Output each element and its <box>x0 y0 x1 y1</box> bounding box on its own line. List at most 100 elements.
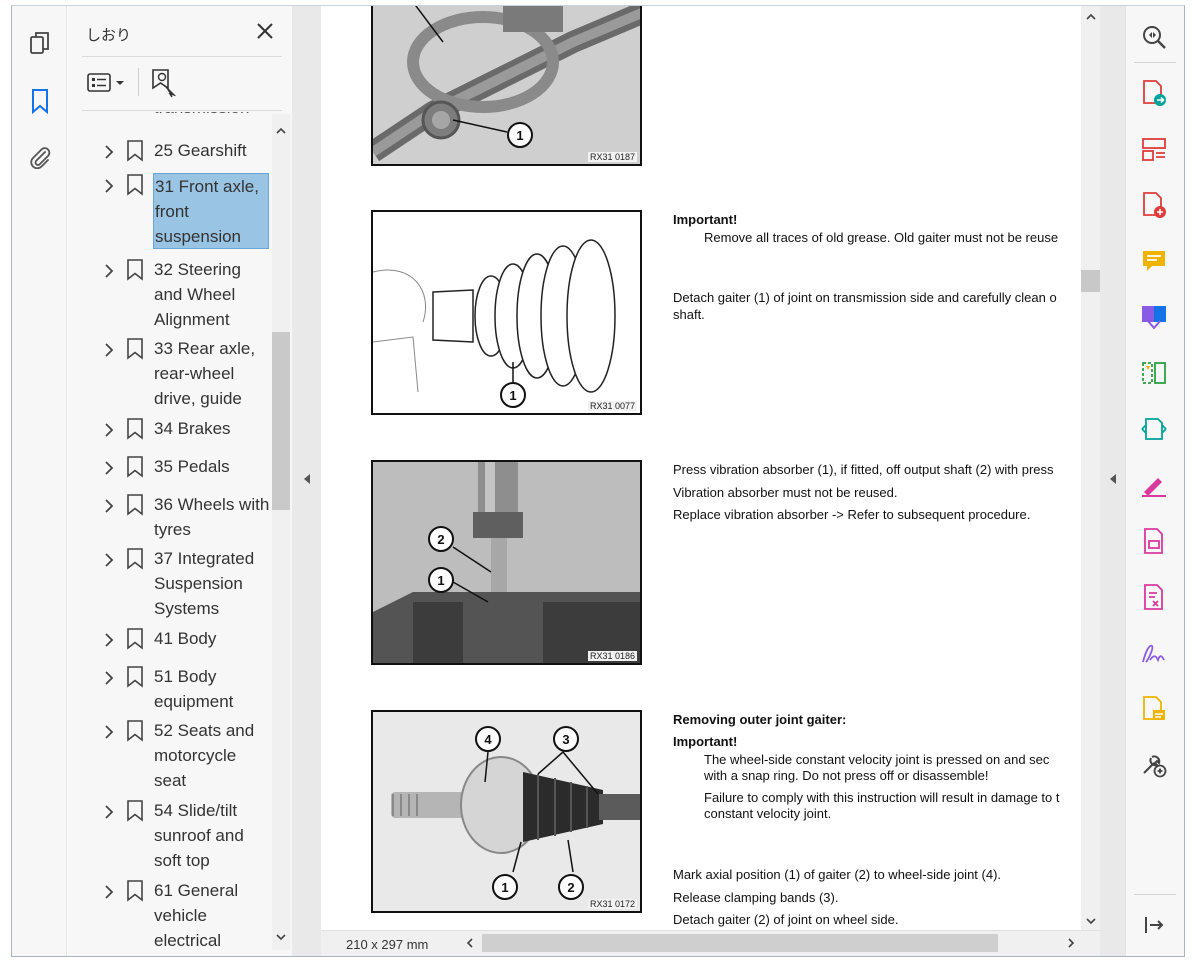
divider <box>82 56 282 57</box>
organize-pages-icon[interactable] <box>1139 134 1169 164</box>
chevron-right-icon[interactable] <box>102 670 116 686</box>
figure-code: RX31 0187 <box>587 152 637 162</box>
figure-code: RX31 0077 <box>587 401 637 411</box>
scroll-up-arrow-icon[interactable] <box>275 126 287 136</box>
instruction-text: Detach gaiter (1) of joint on transmissi… <box>673 290 1057 305</box>
outer-joint-illustration: 4 3 1 2 <box>373 712 640 911</box>
horizontal-scroll-thumb[interactable] <box>482 934 998 952</box>
chevron-right-icon[interactable] <box>102 552 116 568</box>
signature-icon[interactable] <box>1139 638 1169 668</box>
caret-left-icon[interactable] <box>302 473 312 485</box>
bookmark-label: 41 Body <box>154 629 217 648</box>
instruction-text: with a snap ring. Do not press off or di… <box>704 768 989 783</box>
chevron-right-icon[interactable] <box>102 144 116 160</box>
important-heading: Important! <box>673 734 738 749</box>
figure-code: RX31 0172 <box>587 899 637 909</box>
figure-code: RX31 0186 <box>587 651 637 661</box>
divider <box>1134 62 1176 63</box>
bookmark-label: 51 Body equipment <box>154 667 234 711</box>
instruction-text: shaft. <box>673 307 705 322</box>
chevron-right-icon[interactable] <box>102 884 116 900</box>
instruction-text: Failure to comply with this instruction … <box>704 790 1060 805</box>
bookmark-icon <box>127 140 143 162</box>
puller-illustration: 1 <box>373 6 640 164</box>
more-tools-icon[interactable] <box>1139 750 1169 780</box>
collapse-pane-icon[interactable] <box>1139 910 1169 940</box>
compress-icon[interactable] <box>1139 358 1169 388</box>
callout-1: 1 <box>501 880 508 895</box>
scroll-up-arrow-icon[interactable] <box>1085 12 1097 22</box>
redact-icon[interactable] <box>1139 582 1169 612</box>
combine-files-icon[interactable] <box>1139 302 1169 332</box>
bookmark-label: 32 Steering and Wheel Alignment <box>154 260 241 329</box>
bookmark-icon[interactable] <box>25 86 55 116</box>
create-pdf-icon[interactable] <box>1139 190 1169 220</box>
left-icon-rail <box>12 6 67 956</box>
instruction-text: Release clamping bands (3). <box>673 890 839 905</box>
section-heading: Removing outer joint gaiter: <box>673 712 847 727</box>
callout-1: 1 <box>516 128 523 143</box>
bookmark-icon <box>127 418 143 440</box>
chevron-right-icon[interactable] <box>102 724 116 740</box>
scroll-down-arrow-icon[interactable] <box>1085 916 1097 926</box>
bookmark-label: 34 Brakes <box>154 419 231 438</box>
bookmarks-panel: しおり transmission 25 Gearshift 31 Front a… <box>68 6 292 956</box>
instruction-text: Replace vibration absorber -> Refer to s… <box>673 507 1031 522</box>
close-icon[interactable] <box>254 20 276 42</box>
export-pdf-icon[interactable] <box>1139 78 1169 108</box>
bookmark-label: 33 Rear axle, rear-wheel drive, guide <box>154 339 256 408</box>
left-pane-collapse-handle[interactable] <box>292 6 321 956</box>
bookmark-icon <box>127 880 143 902</box>
press-illustration: 2 1 <box>373 462 640 663</box>
chevron-right-icon[interactable] <box>102 178 116 194</box>
list-item[interactable]: transmission <box>154 112 249 118</box>
bookmark-icon <box>127 494 143 516</box>
figure-puller: 1 RX31 0187 <box>371 6 642 166</box>
scroll-right-arrow-icon[interactable] <box>1066 937 1076 949</box>
instruction-text: Remove all traces of old grease. Old gai… <box>704 230 1059 245</box>
chevron-right-icon[interactable] <box>102 632 116 648</box>
edit-pdf-icon[interactable] <box>1139 694 1169 724</box>
instruction-text: Detach gaiter (2) of joint on wheel side… <box>673 912 899 927</box>
chevron-right-icon[interactable] <box>102 422 116 438</box>
fill-sign-icon[interactable] <box>1139 470 1169 500</box>
bookmark-icon <box>127 666 143 688</box>
instruction-text: The wheel-side constant velocity joint i… <box>704 752 1050 767</box>
right-tools-rail <box>1125 6 1184 956</box>
bookmark-label: 36 Wheels with tyres <box>154 495 270 539</box>
chevron-right-icon[interactable] <box>102 460 116 476</box>
zoom-icon[interactable] <box>1139 22 1169 52</box>
find-bookmark-button[interactable] <box>150 68 178 98</box>
bookmark-list: transmission 25 Gearshift 31 Front axle,… <box>68 112 272 946</box>
callout-3: 3 <box>562 732 569 747</box>
protect-icon[interactable] <box>1139 526 1169 556</box>
instruction-text: Mark axial position (1) of gaiter (2) to… <box>673 867 1002 882</box>
bookmark-icon <box>127 338 143 360</box>
bookmark-label: 54 Slide/tilt sunroof and soft top <box>154 801 244 870</box>
list-options-icon <box>87 73 124 92</box>
chevron-right-icon[interactable] <box>102 342 116 358</box>
bookmark-icon <box>127 628 143 650</box>
callout-1: 1 <box>437 573 444 588</box>
chevron-right-icon[interactable] <box>102 498 116 514</box>
callout-2: 2 <box>437 532 444 547</box>
bookmark-scrollbar[interactable] <box>272 114 290 950</box>
chevron-right-icon[interactable] <box>102 804 116 820</box>
comment-icon[interactable] <box>1139 246 1169 276</box>
important-heading: Important! <box>673 212 738 227</box>
attachment-icon[interactable] <box>25 142 55 172</box>
right-pane-collapse-handle[interactable] <box>1100 6 1125 956</box>
options-menu-button[interactable] <box>86 70 128 96</box>
bookmark-icon <box>127 174 143 196</box>
pages-icon[interactable] <box>25 28 55 58</box>
convert-icon[interactable] <box>1139 414 1169 444</box>
document-vertical-scrollbar[interactable] <box>1081 6 1100 930</box>
scroll-left-arrow-icon[interactable] <box>465 937 475 949</box>
bookmark-icon <box>127 456 143 478</box>
bookmark-scroll-thumb[interactable] <box>272 332 290 510</box>
document-scroll-thumb[interactable] <box>1081 270 1100 292</box>
chevron-right-icon[interactable] <box>102 263 116 279</box>
bookmark-icon <box>127 259 143 281</box>
scroll-down-arrow-icon[interactable] <box>275 932 287 942</box>
caret-left-icon[interactable] <box>1108 473 1118 485</box>
